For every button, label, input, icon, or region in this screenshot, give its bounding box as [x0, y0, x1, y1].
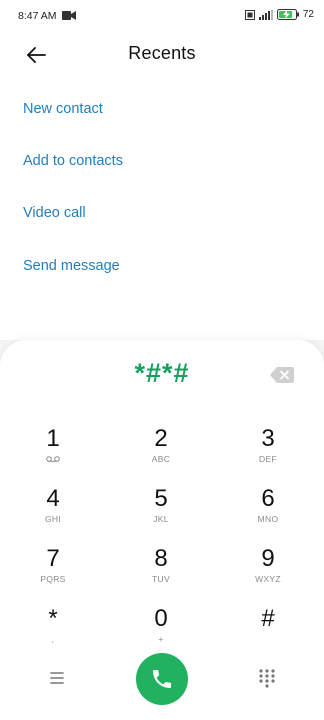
- key-letters: ABC: [151, 454, 171, 464]
- key-digit: 0: [154, 605, 168, 632]
- key-letters: MNO: [257, 514, 279, 524]
- key-digit: 5: [154, 485, 168, 512]
- key-digit: 2: [154, 425, 168, 452]
- key-1[interactable]: 1: [13, 426, 93, 478]
- add-to-contacts-link[interactable]: Add to contacts: [23, 153, 123, 169]
- key-star[interactable]: * ,: [13, 606, 93, 658]
- call-button[interactable]: [136, 653, 188, 705]
- volte-icon: [244, 9, 255, 20]
- battery-percent: 72: [302, 9, 314, 20]
- send-message-link[interactable]: Send message: [23, 258, 120, 274]
- signal-icon: [258, 9, 273, 20]
- key-digit: *: [48, 605, 58, 632]
- page-title: Recents: [128, 43, 196, 63]
- key-letters: PQRS: [40, 574, 66, 584]
- key-2[interactable]: 2 ABC: [121, 426, 201, 478]
- key-9[interactable]: 9 WXYZ: [228, 546, 308, 598]
- key-5[interactable]: 5 JKL: [121, 486, 201, 538]
- keypad-toggle-button[interactable]: [257, 668, 277, 688]
- key-digit: 9: [261, 545, 275, 572]
- new-contact-link[interactable]: New contact: [23, 101, 103, 117]
- key-0[interactable]: 0 +: [121, 606, 201, 658]
- recents-header-area: Recents New contact Add to contacts Vide…: [0, 34, 324, 340]
- key-4[interactable]: 4 GHI: [13, 486, 93, 538]
- voicemail-icon: [46, 456, 60, 462]
- status-icons: 72: [244, 9, 314, 20]
- key-letters: DEF: [259, 454, 277, 464]
- battery-charging-icon: [276, 9, 299, 20]
- key-3[interactable]: 3 DEF: [228, 426, 308, 478]
- video-call-link[interactable]: Video call: [23, 205, 86, 221]
- key-8[interactable]: 8 TUV: [121, 546, 201, 598]
- phone-icon: [153, 670, 171, 688]
- key-digit: 6: [261, 485, 275, 512]
- key-letters: WXYZ: [255, 574, 281, 584]
- menu-button[interactable]: [47, 669, 67, 687]
- key-letters: +: [158, 634, 164, 644]
- key-digit: 4: [46, 485, 60, 512]
- key-digit: 7: [46, 545, 60, 572]
- screen-record-icon: [62, 11, 76, 20]
- dialpad-icon: [259, 669, 275, 688]
- key-digit: #: [261, 605, 275, 632]
- key-letters: JKL: [153, 514, 169, 524]
- key-letters: TUV: [152, 574, 170, 584]
- key-hash[interactable]: #: [228, 606, 308, 658]
- menu-icon: [50, 672, 64, 684]
- status-bar: 8:47 AM 72: [0, 0, 324, 34]
- key-digit: 3: [261, 425, 275, 452]
- key-letters: ,: [51, 634, 55, 644]
- key-6[interactable]: 6 MNO: [228, 486, 308, 538]
- key-digit: 1: [46, 425, 60, 452]
- key-letters: GHI: [44, 514, 61, 524]
- dialer-panel: *#*# 1 2 ABC 3 DEF 4 GHI 5 JKL 6 MNO 7 P…: [0, 340, 324, 720]
- key-7[interactable]: 7 PQRS: [13, 546, 93, 598]
- backspace-button[interactable]: [270, 367, 294, 383]
- status-time: 8:47 AM: [18, 10, 57, 22]
- key-digit: 8: [154, 545, 168, 572]
- backspace-icon: [270, 367, 294, 383]
